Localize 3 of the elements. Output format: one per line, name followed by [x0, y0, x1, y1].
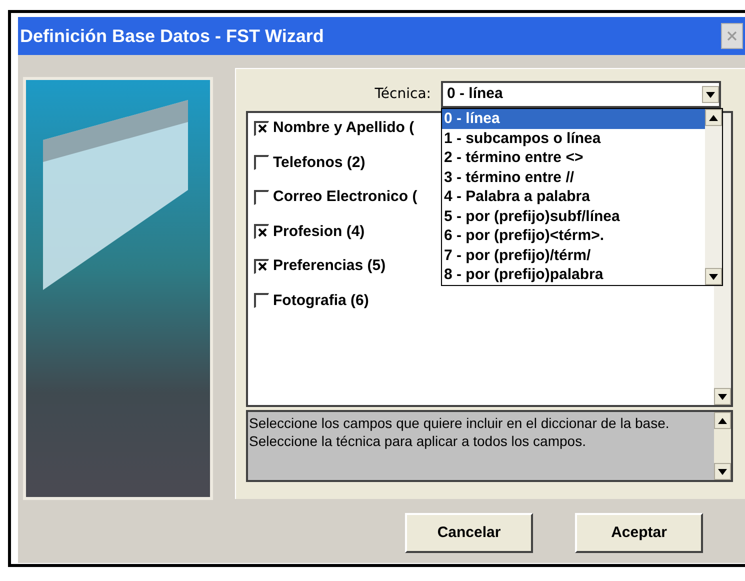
technique-label: Técnica:: [374, 85, 432, 104]
help-text: Seleccione los campos que quiere incluir en el diccionar de la base. Seleccione la técnica para aplicar a todos los campos.: [248, 414, 670, 451]
window-title: Definición Base Datos - FST Wizard: [20, 24, 324, 48]
